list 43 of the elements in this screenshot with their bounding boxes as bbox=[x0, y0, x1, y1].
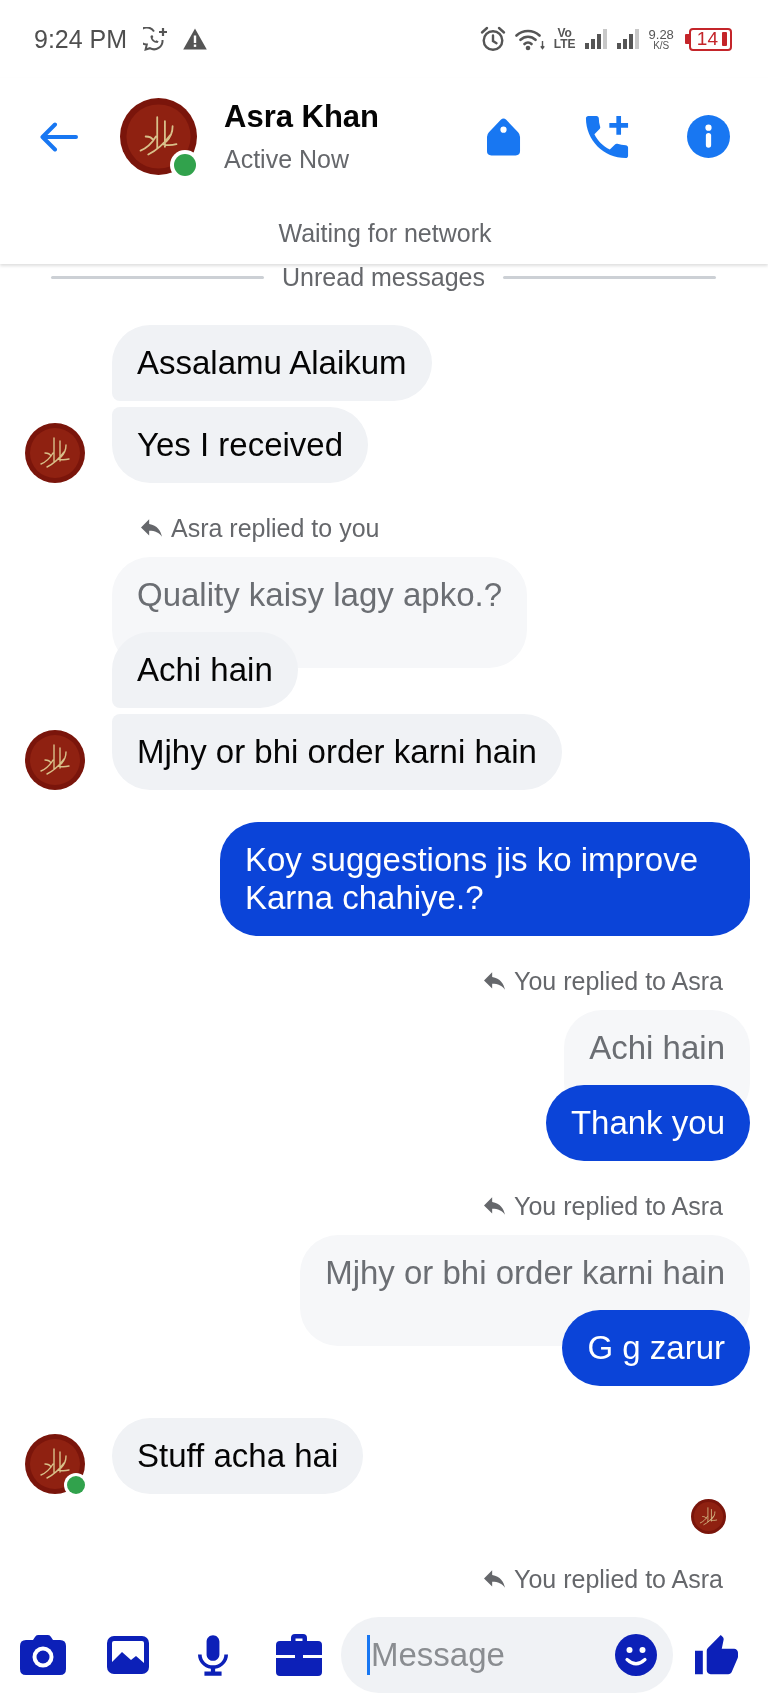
sent-message: Koy suggestions jis ko improve Karna chahiye.? bbox=[220, 822, 750, 936]
status-time: 9:24 PM bbox=[34, 24, 128, 54]
reply-arrow-icon bbox=[484, 1570, 506, 1588]
wifi-icon bbox=[514, 27, 545, 51]
warning-icon bbox=[183, 28, 208, 50]
tag-icon[interactable] bbox=[486, 117, 521, 156]
avatar[interactable] bbox=[120, 98, 197, 175]
reply-label: You replied to Asra bbox=[514, 1566, 723, 1592]
signal-icon bbox=[616, 29, 640, 49]
unread-divider-label: Unread messages bbox=[282, 264, 485, 290]
received-message: Stuff acha hai bbox=[112, 1418, 364, 1494]
sent-message: G g zarur bbox=[562, 1310, 750, 1386]
volte-indicator: Vo LTE bbox=[553, 28, 576, 50]
read-receipt-avatar bbox=[691, 1499, 726, 1534]
phone-plus-icon[interactable] bbox=[585, 114, 629, 159]
active-status: Active Now bbox=[224, 144, 350, 174]
microphone-icon[interactable] bbox=[198, 1634, 228, 1676]
network-speed: 9.28 K/S bbox=[648, 27, 674, 51]
signal-icon bbox=[584, 29, 608, 49]
received-message: Achi hain bbox=[112, 632, 298, 708]
smiley-icon[interactable] bbox=[615, 1634, 657, 1676]
back-arrow-icon[interactable] bbox=[40, 121, 78, 152]
briefcase-icon[interactable] bbox=[276, 1634, 322, 1676]
thumbs-up-icon[interactable] bbox=[695, 1635, 738, 1675]
received-message: Mjhy or bhi order karni hain bbox=[112, 714, 562, 790]
reply-label: You replied to Asra bbox=[514, 1193, 723, 1219]
contact-name: Asra Khan bbox=[224, 99, 380, 135]
received-message: Assalamu Alaikum bbox=[112, 325, 432, 401]
network-status-text: Waiting for network bbox=[278, 218, 492, 248]
camera-icon[interactable] bbox=[20, 1635, 66, 1675]
phone-bubble-icon bbox=[143, 26, 169, 52]
reply-arrow-icon bbox=[484, 1197, 506, 1215]
battery-indicator: 14 bbox=[684, 27, 732, 51]
reply-label: Asra replied to you bbox=[171, 515, 380, 541]
message-field[interactable]: Message bbox=[341, 1617, 673, 1693]
received-message: Yes I received bbox=[112, 407, 369, 483]
sent-message: Thank you bbox=[545, 1085, 750, 1161]
image-icon[interactable] bbox=[107, 1636, 149, 1674]
reply-arrow-icon bbox=[141, 519, 162, 537]
alarm-clock-icon bbox=[479, 26, 506, 52]
reply-arrow-icon bbox=[484, 972, 506, 990]
info-icon[interactable] bbox=[687, 115, 730, 158]
reply-label: You replied to Asra bbox=[514, 968, 723, 994]
